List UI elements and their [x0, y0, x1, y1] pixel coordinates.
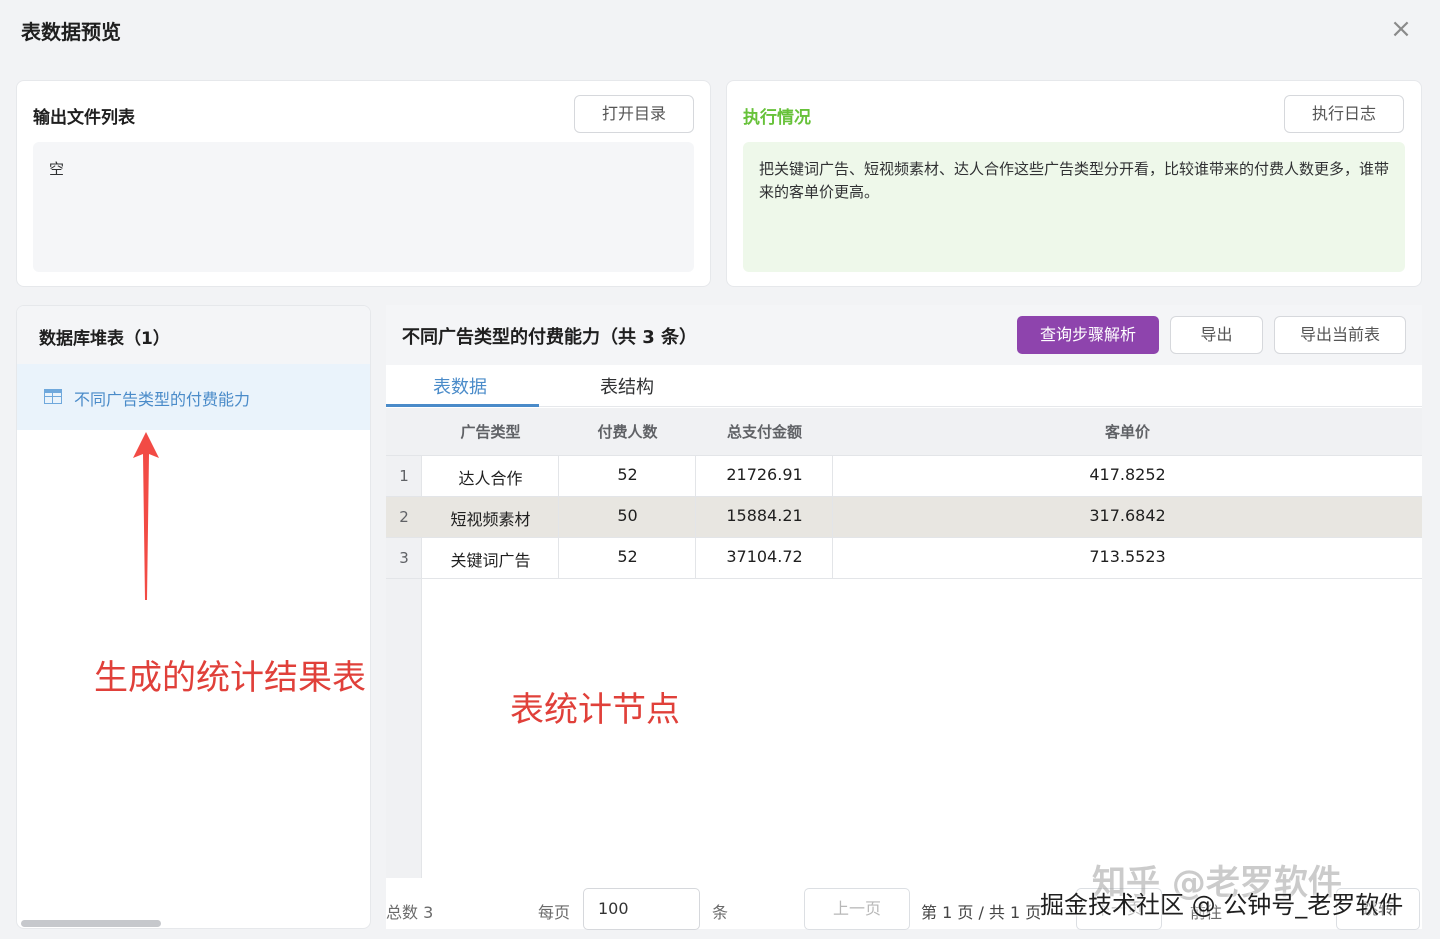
table-row[interactable]: 3 关键词广告 52 37104.72 713.5523	[386, 538, 1422, 579]
table-cell[interactable]: 52	[559, 547, 696, 566]
column-header[interactable]: 广告类型	[422, 421, 559, 442]
table-cell[interactable]: 417.8252	[833, 465, 1422, 484]
annotation-arrow	[133, 432, 159, 600]
per-page-input[interactable]: 100	[583, 888, 700, 930]
dialog-titlebar: 表数据预览 ×	[0, 0, 1440, 62]
table-view-tabs: 表数据 表结构	[386, 365, 1422, 407]
table-row[interactable]: 1 达人合作 52 21726.91 417.8252	[386, 456, 1422, 497]
tab-table-data[interactable]: 表数据	[433, 373, 487, 399]
query-steps-button[interactable]: 查询步骤解析	[1017, 316, 1159, 354]
table-cell[interactable]: 50	[559, 506, 696, 525]
table-cell[interactable]: 21726.91	[696, 465, 833, 484]
tree-item-label: 不同广告类型的付费能力	[74, 390, 251, 409]
export-button[interactable]: 导出	[1170, 316, 1263, 354]
db-tables-panel: 数据库堆表（1） 不同广告类型的付费能力	[16, 305, 371, 929]
db-tables-title: 数据库堆表（1）	[39, 329, 170, 349]
table-view-title: 不同广告类型的付费能力（共 3 条）	[402, 327, 698, 348]
execution-text: 把关键词广告、短视频素材、达人合作这些广告类型分开看，比较谁带来的付费人数更多，…	[759, 160, 1390, 201]
export-current-button[interactable]: 导出当前表	[1274, 316, 1406, 354]
output-files-card: 输出文件列表 打开目录 空	[16, 80, 711, 287]
empty-text: 空	[49, 160, 65, 178]
table-icon	[44, 389, 62, 404]
db-tables-header: 数据库堆表（1）	[17, 306, 370, 364]
output-files-title: 输出文件列表	[33, 108, 135, 128]
execution-card: 执行情况 执行日志 把关键词广告、短视频素材、达人合作这些广告类型分开看，比较谁…	[726, 80, 1422, 287]
annotation-result-table: 生成的统计结果表	[94, 658, 366, 698]
watermark-juejin: 掘金技术社区 @ 公钟号_老罗软件	[1040, 891, 1404, 919]
table-cell[interactable]: 15884.21	[696, 506, 833, 525]
table-cell[interactable]: 713.5523	[833, 547, 1422, 566]
per-page-label: 每页	[538, 903, 571, 922]
tree-item-table[interactable]: 不同广告类型的付费能力	[17, 364, 370, 430]
table-cell[interactable]: 短视频素材	[422, 506, 559, 530]
annotation-stat-node: 表统计节点	[510, 690, 680, 730]
execution-log-button[interactable]: 执行日志	[1284, 95, 1404, 133]
column-header[interactable]: 客单价	[833, 421, 1422, 442]
table-cell[interactable]: 达人合作	[422, 465, 559, 489]
row-number: 1	[399, 467, 409, 485]
column-header[interactable]: 付费人数	[559, 421, 696, 442]
column-divider	[832, 456, 833, 579]
horizontal-scrollbar[interactable]	[21, 920, 161, 927]
column-divider	[558, 456, 559, 579]
close-icon[interactable]: ×	[1386, 14, 1416, 44]
table-view-header: 不同广告类型的付费能力（共 3 条） 查询步骤解析 导出 导出当前表	[386, 305, 1422, 365]
page-info: 第 1 页 / 共 1 页	[921, 903, 1042, 922]
execution-content: 把关键词广告、短视频素材、达人合作这些广告类型分开看，比较谁带来的付费人数更多，…	[743, 142, 1405, 272]
prev-page-button[interactable]: 上一页	[804, 888, 910, 930]
dialog-title: 表数据预览	[21, 20, 121, 44]
active-tab-indicator	[386, 404, 539, 407]
row-number: 3	[399, 549, 409, 567]
table-row-selected[interactable]: 2 短视频素材 50 15884.21 317.6842	[386, 497, 1422, 538]
column-divider	[695, 456, 696, 579]
table-cell[interactable]: 52	[559, 465, 696, 484]
row-number: 2	[399, 508, 409, 526]
execution-title: 执行情况	[743, 108, 811, 128]
table-cell[interactable]: 关键词广告	[422, 547, 559, 571]
open-directory-button[interactable]: 打开目录	[574, 95, 694, 133]
per-page-unit: 条	[712, 903, 729, 922]
table-cell[interactable]: 37104.72	[696, 547, 833, 566]
grid-header-row: 广告类型 付费人数 总支付金额 客单价	[386, 408, 1422, 456]
tab-table-structure[interactable]: 表结构	[600, 373, 654, 399]
total-count: 总数 3	[386, 903, 434, 922]
output-files-content: 空	[33, 142, 694, 272]
table-cell[interactable]: 317.6842	[833, 506, 1422, 525]
data-grid: 广告类型 付费人数 总支付金额 客单价 1 达人合作 52 21726.91 4…	[386, 408, 1422, 878]
column-header[interactable]: 总支付金额	[696, 421, 833, 442]
table-view-panel: 不同广告类型的付费能力（共 3 条） 查询步骤解析 导出 导出当前表 表数据 表…	[386, 305, 1422, 929]
